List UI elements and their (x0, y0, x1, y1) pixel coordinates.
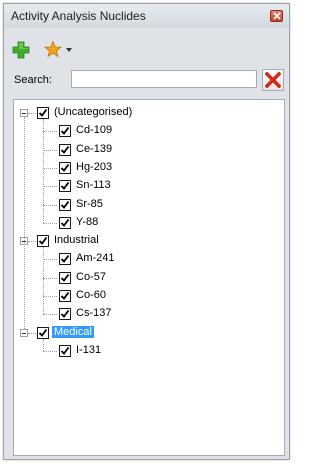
toolbar (4, 40, 289, 62)
checkmark-icon (60, 145, 70, 154)
checkmark-icon (60, 182, 70, 191)
item-checkbox[interactable] (59, 143, 71, 156)
tree-group-node[interactable]: (Uncategorised) (14, 104, 284, 122)
tree-item-node[interactable]: Hg-203 (14, 159, 284, 177)
checkmark-icon (60, 218, 70, 227)
tree-item-node[interactable]: Am-241 (14, 250, 284, 268)
group-checkbox[interactable] (37, 235, 49, 248)
tree-connector (43, 296, 57, 297)
tree-item-node[interactable]: Y-88 (14, 214, 284, 232)
tree-connector (43, 131, 57, 133)
checkmark-icon (38, 237, 48, 245)
close-icon (273, 12, 281, 20)
tree-group-node[interactable]: Medical (14, 324, 284, 342)
title-bar[interactable]: Activity Analysis Nuclides (4, 4, 289, 28)
checkmark-icon (60, 200, 70, 209)
tree-item-node[interactable]: Co-60 (14, 287, 284, 305)
checkmark-icon (60, 163, 70, 172)
checkmark-icon (60, 291, 70, 300)
tree-item-node[interactable]: Sr-85 (14, 196, 284, 214)
tree-connector (43, 204, 57, 206)
collapse-toggle-icon[interactable] (20, 109, 28, 117)
group-label: (Uncategorised) (54, 106, 133, 118)
nuclide-label: Cs-137 (76, 307, 112, 320)
item-checkbox[interactable] (59, 161, 71, 174)
nuclide-label: Y-88 (76, 215, 99, 228)
tree-item-node[interactable]: Cd-109 (14, 122, 284, 140)
nuclide-label: Am-241 (76, 252, 115, 265)
search-input[interactable] (71, 70, 257, 88)
nuclide-label: Hg-203 (76, 160, 113, 173)
tree-item-node[interactable]: Cs-137 (14, 305, 284, 323)
window-title: Activity Analysis Nuclides (11, 9, 146, 23)
close-button[interactable] (270, 10, 283, 22)
tree-connector (28, 113, 36, 114)
tree-group-node[interactable]: Industrial (14, 232, 284, 250)
tree-connector (43, 277, 57, 279)
green-plus-icon (12, 41, 30, 59)
search-label: Search: (14, 74, 52, 86)
checkmark-icon (38, 108, 48, 117)
item-checkbox[interactable] (59, 290, 71, 302)
nuclide-label: I-131 (76, 343, 102, 356)
item-checkbox[interactable] (59, 216, 71, 229)
item-checkbox[interactable] (59, 271, 71, 284)
item-checkbox[interactable] (59, 198, 71, 211)
tree-connector (43, 338, 44, 351)
tree-connector (43, 350, 57, 352)
checkmark-icon (60, 255, 70, 264)
tree-connector (43, 186, 57, 188)
tree-connector (43, 222, 57, 224)
group-checkbox[interactable] (37, 326, 49, 339)
checkmark-icon (60, 310, 70, 319)
nuclides-window: Activity Analysis Nuclides Search: (Unca… (3, 3, 290, 460)
nuclide-label: Sr-85 (76, 197, 103, 210)
tree-connector (28, 241, 36, 243)
checkmark-icon (60, 127, 70, 136)
nuclide-label: Cd-109 (76, 124, 113, 137)
item-checkbox[interactable] (59, 344, 71, 357)
nuclide-tree[interactable]: (Uncategorised) Cd-109 Ce-139 Hg-203 Sn-113 S… (13, 99, 285, 456)
tree-connector (43, 259, 57, 261)
add-nuclide-button[interactable] (11, 40, 31, 62)
clear-search-button[interactable] (262, 69, 284, 91)
item-checkbox[interactable] (59, 308, 71, 321)
tree-connector (43, 167, 57, 169)
group-label: Industrial (54, 234, 99, 247)
tree-connector (43, 314, 57, 316)
red-x-icon (265, 72, 281, 88)
tree-connector (28, 332, 36, 334)
tree-item-node[interactable]: Co-57 (14, 269, 284, 287)
checkmark-icon (60, 346, 70, 355)
tree-connector (43, 247, 44, 315)
nuclide-label: Co-60 (76, 289, 106, 301)
nuclide-label: Ce-139 (76, 142, 113, 155)
item-checkbox[interactable] (59, 253, 71, 266)
tree-connector (43, 119, 44, 223)
item-checkbox[interactable] (59, 125, 71, 138)
collapse-toggle-icon[interactable] (20, 328, 28, 337)
tree-connector (24, 117, 25, 329)
checkmark-icon (38, 328, 48, 337)
dropdown-arrow-icon (66, 48, 72, 52)
tree-connector (43, 149, 57, 151)
nuclide-label: Co-57 (76, 270, 106, 283)
group-checkbox[interactable] (37, 107, 49, 119)
nuclide-label: Sn-113 (76, 179, 111, 192)
star-icon (43, 40, 63, 58)
group-label: Medical (52, 325, 94, 338)
tree-item-node[interactable]: I-131 (14, 342, 284, 360)
tree-item-node[interactable]: Sn-113 (14, 177, 284, 195)
checkmark-icon (60, 273, 70, 282)
tree-item-node[interactable]: Ce-139 (14, 141, 284, 159)
favorites-dropdown-button[interactable] (43, 40, 74, 62)
item-checkbox[interactable] (59, 180, 71, 193)
